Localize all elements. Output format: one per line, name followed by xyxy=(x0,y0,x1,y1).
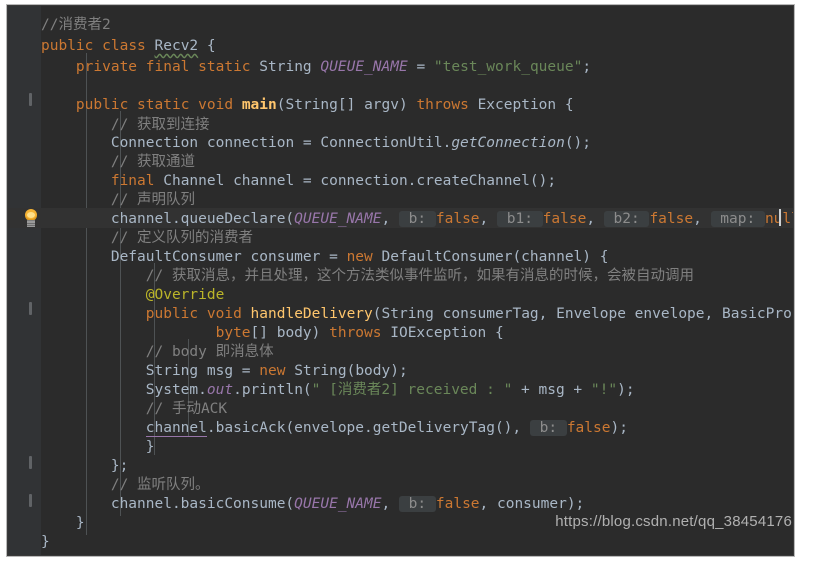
code-line[interactable]: byte[] body) throws IOException { xyxy=(7,323,794,343)
text-caret xyxy=(779,209,781,226)
code-editor[interactable]: //消费者2 public class Recv2 { private fina… xyxy=(6,4,795,557)
code-line[interactable]: System.out.println(" [消费者2] received : "… xyxy=(7,380,794,400)
lightbulb-icon[interactable] xyxy=(23,209,39,227)
page-root: //消费者2 public class Recv2 { private fina… xyxy=(0,0,813,569)
code-line[interactable]: // 定义队列的消费者 xyxy=(7,228,794,248)
code-line[interactable]: Connection connection = ConnectionUtil.g… xyxy=(7,133,794,153)
code-line[interactable]: // 手动ACK xyxy=(7,399,794,419)
code-line[interactable]: // 获取通道 xyxy=(7,152,794,172)
code-line[interactable]: // 监听队列。 xyxy=(7,475,794,495)
comment-token: //消费者2 xyxy=(41,17,111,33)
code-line[interactable]: //消费者2 xyxy=(7,15,794,35)
param-hint: b: xyxy=(398,496,436,512)
code-line[interactable]: private final static String QUEUE_NAME =… xyxy=(7,57,794,77)
watermark: https://blog.csdn.net/qq_38454176 xyxy=(555,513,792,530)
code-line[interactable]: @Override xyxy=(7,285,794,305)
code-line[interactable]: // 声明队列 xyxy=(7,190,794,210)
code-line[interactable]: } xyxy=(7,437,794,457)
code-line[interactable]: public class Recv2 { xyxy=(7,36,794,56)
constant-token: QUEUE_NAME xyxy=(320,59,408,75)
code-line[interactable]: channel.basicAck(envelope.getDeliveryTag… xyxy=(7,418,794,438)
code-line[interactable]: DefaultConsumer consumer = new DefaultCo… xyxy=(7,247,794,267)
param-hint: b: xyxy=(398,211,436,227)
code-line[interactable]: }; xyxy=(7,456,794,476)
code-line[interactable]: String msg = new String(body); xyxy=(7,361,794,381)
param-hint: b2: xyxy=(603,211,650,227)
code-surface[interactable]: //消费者2 public class Recv2 { private fina… xyxy=(7,5,794,556)
class-name-token: Recv2 xyxy=(154,38,199,54)
code-line[interactable]: channel.basicConsume(QUEUE_NAME, b: fals… xyxy=(7,494,794,514)
code-line[interactable]: public void handleDelivery(String consum… xyxy=(7,304,794,324)
param-hint: b: xyxy=(529,420,567,436)
usage-highlight-token: channel xyxy=(145,420,207,437)
param-hint: map: xyxy=(710,211,765,227)
annotation-token: @Override xyxy=(145,287,225,303)
code-line[interactable]: final Channel channel = connection.creat… xyxy=(7,171,794,191)
code-line[interactable]: // body 即消息体 xyxy=(7,342,794,362)
code-line[interactable]: } xyxy=(7,532,794,552)
code-line-current[interactable]: channel.queueDeclare(QUEUE_NAME, b: fals… xyxy=(7,209,794,229)
string-token: "test_work_queue" xyxy=(433,59,583,75)
param-hint: b1: xyxy=(497,211,543,227)
code-line[interactable]: // 获取消息，并且处理，这个方法类似事件监听，如果有消息的时候，会被自动调用 xyxy=(7,266,794,286)
code-line[interactable]: // 获取到连接 xyxy=(7,115,794,135)
code-line[interactable]: public static void main(String[] argv) t… xyxy=(7,95,794,115)
